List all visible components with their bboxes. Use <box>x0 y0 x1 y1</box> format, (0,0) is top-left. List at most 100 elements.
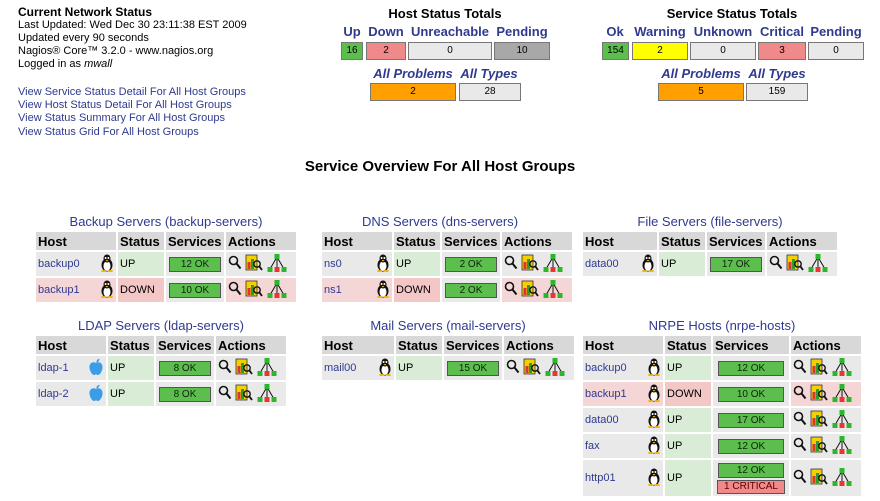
host-detail-icon[interactable] <box>521 254 539 275</box>
group-title[interactable]: Backup Servers (backup-servers) <box>34 214 298 229</box>
services-ok-link[interactable]: 8 OK <box>159 386 211 402</box>
group-name[interactable]: File Servers <box>637 214 706 229</box>
status-map-icon[interactable] <box>831 383 853 406</box>
services-ok-link[interactable]: 12 OK <box>718 360 784 376</box>
status-map-icon[interactable] <box>831 467 853 490</box>
link-service-detail[interactable]: View Service Status Detail For All Host … <box>18 86 246 99</box>
host-detail-icon[interactable] <box>810 468 828 489</box>
group-alias[interactable]: ldap-servers <box>168 318 240 333</box>
group-name[interactable]: NRPE Hosts <box>649 318 722 333</box>
service-header-unknown[interactable]: Unknown <box>690 24 756 39</box>
host-all-problems-label[interactable]: All Problems <box>370 66 456 81</box>
services-ok-link[interactable]: 12 OK <box>718 438 784 454</box>
host-name-link[interactable]: backup1 <box>585 388 627 400</box>
host-name-link[interactable]: fax <box>585 440 600 452</box>
magnifier-icon[interactable] <box>504 281 518 300</box>
status-map-icon[interactable] <box>256 383 278 406</box>
service-header-ok[interactable]: Ok <box>600 24 630 39</box>
service-header-pending[interactable]: Pending <box>808 24 864 39</box>
host-name-link[interactable]: ldap-2 <box>38 388 69 400</box>
services-ok-link[interactable]: 12 OK <box>169 256 221 272</box>
service-all-problems-label[interactable]: All Problems <box>658 66 744 81</box>
group-alias[interactable]: backup-servers <box>169 214 258 229</box>
service-all-types-label[interactable]: All Types <box>745 66 809 81</box>
status-map-icon[interactable] <box>256 357 278 380</box>
status-map-icon[interactable] <box>831 357 853 380</box>
services-ok-link[interactable]: 2 OK <box>445 256 497 272</box>
host-problems-count[interactable]: 2 <box>370 83 456 101</box>
host-header-unreachable[interactable]: Unreachable <box>408 24 492 39</box>
host-pending-count[interactable]: 10 <box>494 42 550 60</box>
host-detail-icon[interactable] <box>810 436 828 457</box>
services-critical-link[interactable]: 1 CRITICAL <box>717 479 785 494</box>
group-name[interactable]: Mail Servers <box>370 318 442 333</box>
host-detail-icon[interactable] <box>245 280 263 301</box>
service-pending-count[interactable]: 0 <box>808 42 864 60</box>
status-map-icon[interactable] <box>831 409 853 432</box>
status-map-icon[interactable] <box>831 435 853 458</box>
host-name-link[interactable]: ldap-1 <box>38 362 69 374</box>
service-unknown-count[interactable]: 0 <box>690 42 756 60</box>
host-name-link[interactable]: ns1 <box>324 284 342 296</box>
magnifier-icon[interactable] <box>506 359 520 378</box>
group-title[interactable]: LDAP Servers (ldap-servers) <box>34 318 288 333</box>
host-detail-icon[interactable] <box>786 254 804 275</box>
group-title[interactable]: DNS Servers (dns-servers) <box>320 214 560 229</box>
status-map-icon[interactable] <box>544 357 566 380</box>
host-up-count[interactable]: 16 <box>341 42 363 60</box>
magnifier-icon[interactable] <box>504 255 518 274</box>
service-ok-count[interactable]: 154 <box>602 42 629 60</box>
group-alias[interactable]: file-servers <box>715 214 779 229</box>
group-title[interactable]: File Servers (file-servers) <box>581 214 839 229</box>
host-detail-icon[interactable] <box>245 254 263 275</box>
host-name-link[interactable]: http01 <box>585 472 616 484</box>
group-alias[interactable]: nrpe-hosts <box>730 318 791 333</box>
services-ok-link[interactable]: 8 OK <box>159 360 211 376</box>
host-detail-icon[interactable] <box>810 384 828 405</box>
host-name-link[interactable]: mail00 <box>324 362 356 374</box>
group-title[interactable]: NRPE Hosts (nrpe-hosts) <box>581 318 863 333</box>
link-status-summary[interactable]: View Status Summary For All Host Groups <box>18 112 246 125</box>
host-name-link[interactable]: backup0 <box>585 362 627 374</box>
status-map-icon[interactable] <box>266 279 288 302</box>
host-detail-icon[interactable] <box>523 358 541 379</box>
host-types-count[interactable]: 28 <box>459 83 521 101</box>
group-alias[interactable]: mail-servers <box>451 318 522 333</box>
host-header-down[interactable]: Down <box>366 24 406 39</box>
link-host-detail[interactable]: View Host Status Detail For All Host Gro… <box>18 99 246 112</box>
magnifier-icon[interactable] <box>793 437 807 456</box>
magnifier-icon[interactable] <box>228 281 242 300</box>
host-name-link[interactable]: data00 <box>585 258 619 270</box>
magnifier-icon[interactable] <box>793 359 807 378</box>
services-ok-link[interactable]: 10 OK <box>169 282 221 298</box>
group-alias[interactable]: dns-servers <box>446 214 514 229</box>
service-critical-count[interactable]: 3 <box>758 42 806 60</box>
magnifier-icon[interactable] <box>769 255 783 274</box>
service-header-warning[interactable]: Warning <box>632 24 688 39</box>
services-ok-link[interactable]: 10 OK <box>718 386 784 402</box>
status-map-icon[interactable] <box>542 253 564 276</box>
host-name-link[interactable]: backup0 <box>38 258 80 270</box>
services-ok-link[interactable]: 2 OK <box>445 282 497 298</box>
link-status-grid[interactable]: View Status Grid For All Host Groups <box>18 126 246 139</box>
host-header-up[interactable]: Up <box>340 24 364 39</box>
service-types-count[interactable]: 159 <box>746 83 808 101</box>
services-ok-link[interactable]: 17 OK <box>718 412 784 428</box>
status-map-icon[interactable] <box>266 253 288 276</box>
services-ok-link[interactable]: 12 OK <box>718 462 784 478</box>
host-name-link[interactable]: ns0 <box>324 258 342 270</box>
status-map-icon[interactable] <box>807 253 829 276</box>
host-name-link[interactable]: data00 <box>585 414 619 426</box>
service-header-critical[interactable]: Critical <box>757 24 807 39</box>
host-header-pending[interactable]: Pending <box>494 24 550 39</box>
status-map-icon[interactable] <box>542 279 564 302</box>
magnifier-icon[interactable] <box>218 359 232 378</box>
host-detail-icon[interactable] <box>235 358 253 379</box>
group-name[interactable]: DNS Servers <box>362 214 438 229</box>
service-warning-count[interactable]: 2 <box>632 42 688 60</box>
group-name[interactable]: Backup Servers <box>70 214 162 229</box>
magnifier-icon[interactable] <box>793 411 807 430</box>
service-problems-count[interactable]: 5 <box>658 83 744 101</box>
host-detail-icon[interactable] <box>810 358 828 379</box>
host-detail-icon[interactable] <box>810 410 828 431</box>
